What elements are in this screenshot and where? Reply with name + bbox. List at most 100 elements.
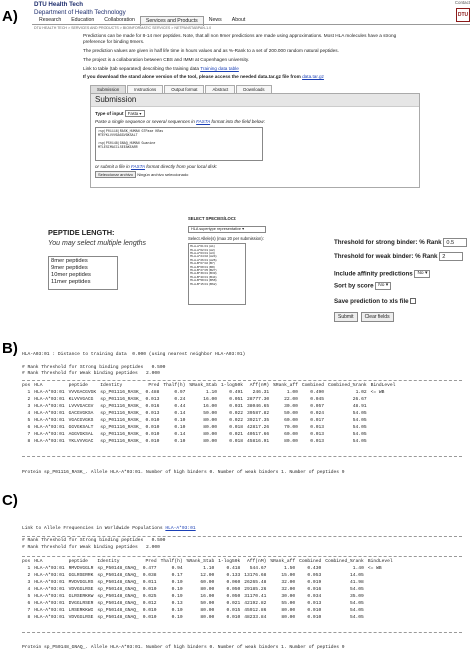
table-cell: 54.05 xyxy=(350,615,364,620)
description-p5: If you download the stand alone version … xyxy=(83,74,413,80)
strong-threshold-input[interactable]: 0.5 xyxy=(443,238,468,247)
table-cell: sp_P01116_RASK_ xyxy=(100,390,142,395)
table-cell: sp_P01116_RASK_ xyxy=(100,397,142,402)
table-cell: 0.10 xyxy=(174,418,186,423)
table-cell: DVGGLRSER xyxy=(68,601,94,606)
table-cell: VGACGVGKS xyxy=(68,418,94,423)
peptide-length-option[interactable]: 11mer peptides xyxy=(51,279,115,286)
table-cell: VVVGACGVGK xyxy=(68,390,97,395)
table-cell: 0.490 xyxy=(310,390,324,395)
data-tar-link[interactable]: data.tar.gz xyxy=(302,74,324,79)
table-cell: 54.05 xyxy=(352,418,367,423)
table-cell: 0.012 xyxy=(142,601,157,606)
training-data-link[interactable]: Training data table xyxy=(200,66,239,71)
table-cell: 0.010 xyxy=(307,608,322,613)
table-cell: 0.010 xyxy=(142,615,157,620)
xls-checkbox[interactable] xyxy=(410,298,417,305)
clear-fields-button[interactable]: Clear fields xyxy=(360,312,394,323)
table-cell: HLA-A*03:01 xyxy=(34,587,65,592)
species-allele-section: SELECT SPECIES/LOCI: HLA supertype repre… xyxy=(188,216,278,306)
table-cell: GLRSERKKW xyxy=(68,594,94,599)
dtu-logo: DTU xyxy=(456,7,470,22)
table-cell: HLA-A*03:01 xyxy=(34,418,65,423)
table-cell: 1.00 xyxy=(286,390,298,395)
table-cell: 0.045 xyxy=(310,397,324,402)
sort-row: Sort by score No ▾ xyxy=(334,282,392,290)
column-header: Aff(nM) xyxy=(247,559,267,564)
table-cell: 0.050 xyxy=(226,594,241,599)
table-cell: sp_P50148_GNAQ_ xyxy=(97,580,139,585)
allele-option[interactable]: HLA-B*15:01 (B62) xyxy=(190,282,244,286)
table-cell: sp_P50148_GNAQ_ xyxy=(97,587,139,592)
table-cell xyxy=(369,424,398,431)
table-cell: 8 xyxy=(27,615,31,620)
table-cell: 80.00 xyxy=(203,432,217,437)
table-cell: 28777.30 xyxy=(247,397,270,402)
table-cell: sp_P01116_RASK_ xyxy=(100,418,142,423)
table-cell: 45816.91 xyxy=(247,439,270,444)
table-cell: 0.038 xyxy=(142,573,157,578)
column-header: Combined_%rank xyxy=(325,559,364,564)
contact-link[interactable]: Contact xyxy=(455,0,470,6)
table-cell: 30.00 xyxy=(284,404,298,409)
table-cell: 38046.65 xyxy=(247,404,270,409)
site-header: DTU Health Tech Department of Health Tec… xyxy=(34,1,126,17)
sort-value: No xyxy=(378,283,385,288)
xls-label: Save prediction to xls file xyxy=(334,298,409,305)
description-p3: The project is a collaboration between C… xyxy=(83,56,250,62)
affinity-value: No xyxy=(417,271,424,276)
table-cell: 42192.82 xyxy=(244,601,267,606)
table-cell xyxy=(366,593,395,600)
weak-threshold-input[interactable]: 2 xyxy=(439,252,464,261)
species-select[interactable]: HLA supertype representative ▾ xyxy=(188,226,266,233)
table-cell: 54.05 xyxy=(352,425,367,430)
table-row: 4 HLA-A*03:01 GACGVGKSA sp_P01116_RASK_ 0.01… xyxy=(20,410,397,417)
submit-button[interactable]: Submit xyxy=(334,312,358,323)
table-cell: HLA-A*03:01 xyxy=(34,608,65,613)
sequence-textarea[interactable]: >sp|P01116|RASK_HUMAN GTPase KRas MTEYKL… xyxy=(95,126,263,161)
table-cell: 29185.26 xyxy=(244,587,267,592)
input-type-row: Type of input Fasta ▾ xyxy=(95,110,415,118)
table-cell: 16.00 xyxy=(203,397,217,402)
peptide-length-listbox[interactable]: 8mer peptides 9mer peptides 10mer peptides… xyxy=(48,256,118,290)
peptide-length-option[interactable]: 8mer peptides xyxy=(51,258,115,265)
table-cell: 30.00 xyxy=(281,594,296,599)
table-cell: 54.05 xyxy=(350,601,364,606)
table-cell: 80.00 xyxy=(203,439,217,444)
file-status: Ningún archivo seleccionado xyxy=(137,171,189,177)
input-type-value: Fasta xyxy=(127,111,139,116)
table-cell: 0.97 xyxy=(174,390,186,395)
peptide-length-option[interactable]: 10mer peptides xyxy=(51,272,115,279)
table-cell: 4 xyxy=(27,587,31,592)
table-row: 3 HLA-A*03:01 MVDVGGLRS sp_P50148_GNAQ_ 0.01… xyxy=(20,579,395,586)
input-type-select[interactable]: Fasta ▾ xyxy=(124,110,145,118)
column-header: Pred xyxy=(145,559,157,564)
c-rule-top xyxy=(22,556,462,557)
allele-listbox[interactable]: HLA-A*01:01 (A1) HLA-A*02:01 (A2) HLA-A*03… xyxy=(188,243,246,306)
sort-select[interactable]: No ▾ xyxy=(375,282,392,290)
allele-frequency-link[interactable]: HLA-A*03:01 xyxy=(165,526,195,531)
peptide-length-option[interactable]: 9mer peptides xyxy=(51,265,115,272)
column-header: Pred xyxy=(148,383,160,388)
table-cell: 6 xyxy=(27,601,31,606)
table-row: 4 HLA-A*03:01 VDVGGLRSE sp_P50148_GNAQ_ 0.01… xyxy=(20,586,395,593)
table-cell: 42817.26 xyxy=(247,425,270,430)
column-header: %Rank_Stab xyxy=(186,559,215,564)
table-cell: 0.022 xyxy=(229,418,244,423)
table-cell: 7 xyxy=(27,608,31,613)
table-cell: 544.67 xyxy=(249,566,267,571)
choose-file-button[interactable]: Seleccionar archivo xyxy=(95,170,136,178)
table-cell xyxy=(369,396,398,403)
input-type-label: Type of input xyxy=(95,111,124,116)
c-summary: Protein sp_P50148_GNAQ_. Allele HLA-A*03… xyxy=(22,645,345,650)
fasta-link-2[interactable]: FASTA xyxy=(131,164,145,169)
fasta-link[interactable]: FASTA xyxy=(196,119,210,124)
table-cell: 50.00 xyxy=(200,601,215,606)
column-header: 1-log50k xyxy=(220,383,244,388)
table-cell: 4 xyxy=(27,411,31,416)
affinity-select[interactable]: No ▾ xyxy=(414,270,431,278)
column-header: Thalf(h) xyxy=(163,383,186,388)
table-cell: AGGVGKSAL xyxy=(68,432,94,437)
upload-post: format directly from your local disk: xyxy=(144,163,218,169)
table-cell: 0.418 xyxy=(226,566,241,571)
